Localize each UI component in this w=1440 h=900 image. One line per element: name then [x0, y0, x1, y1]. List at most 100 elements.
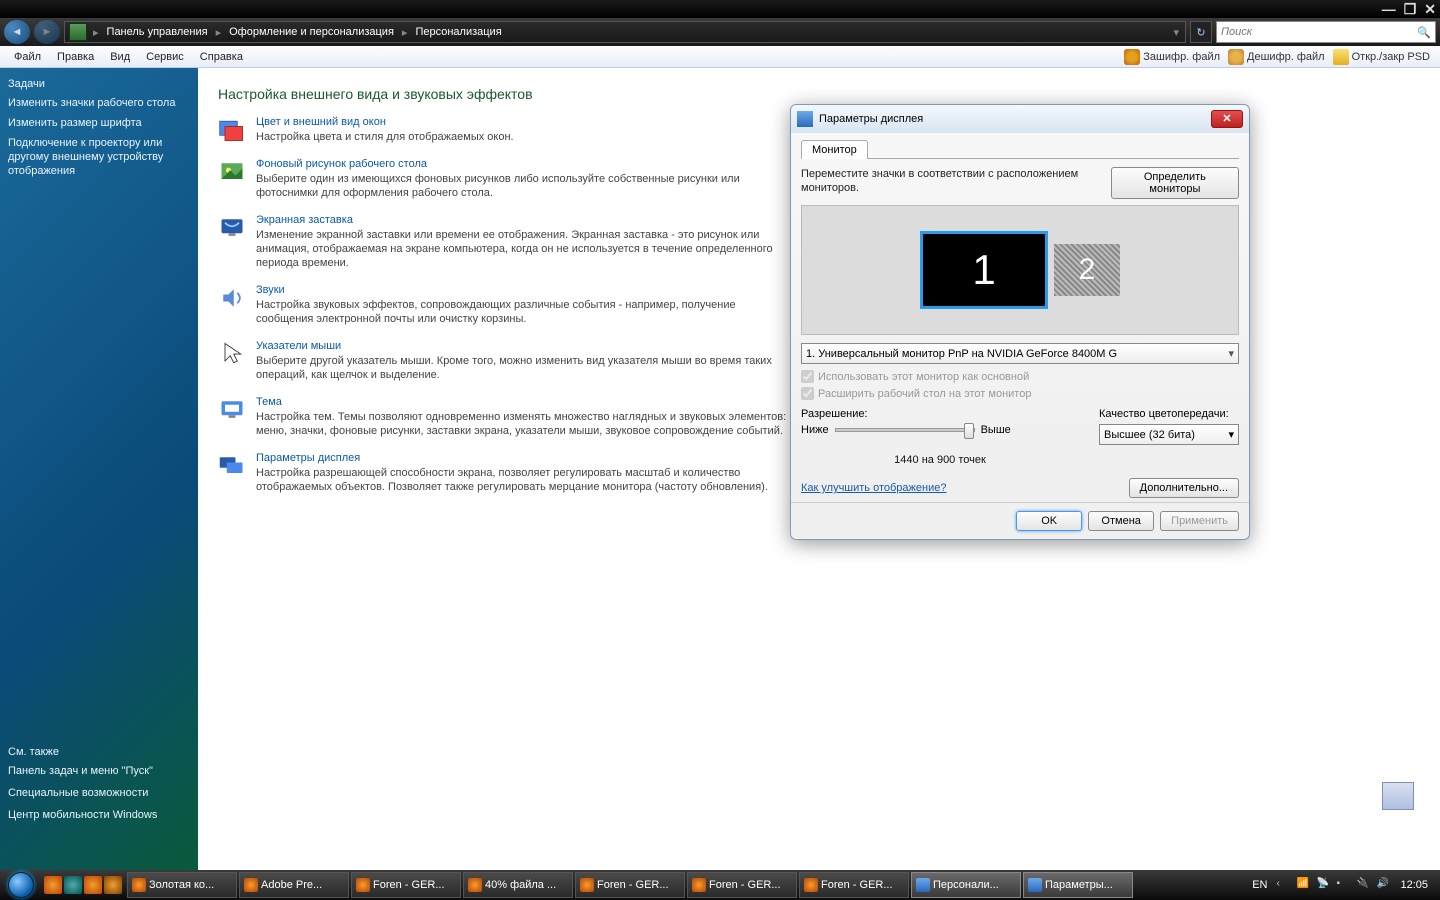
quick-launch-app3[interactable] — [104, 876, 122, 894]
search-box[interactable]: 🔍 — [1216, 21, 1436, 43]
breadcrumb-segment[interactable]: Панель управления — [105, 26, 210, 38]
breadcrumb[interactable]: ▸ Панель управления ▸ Оформление и персо… — [64, 21, 1186, 43]
taskbar-button[interactable]: Adobe Pre... — [239, 872, 349, 898]
category-link[interactable]: Тема — [256, 396, 796, 408]
search-icon[interactable]: 🔍 — [1413, 26, 1435, 39]
sidebar-link-icons[interactable]: Изменить значки рабочего стола — [8, 96, 190, 110]
monitor-arrangement-area[interactable]: 1 2 — [801, 205, 1239, 335]
tray-clock[interactable]: 12:05 — [1396, 879, 1432, 891]
color-quality-select[interactable]: Высшее (32 бита) ▾ — [1099, 424, 1239, 445]
category-link[interactable]: Указатели мыши — [256, 340, 796, 352]
tool-psd[interactable]: Откр./закр PSD — [1329, 49, 1434, 65]
wallpaper-icon — [218, 158, 246, 186]
monitor-2[interactable]: 2 — [1054, 244, 1120, 296]
tray-network-icon[interactable]: 📶 — [1296, 878, 1310, 892]
maximize-button[interactable]: ❐ — [1404, 2, 1417, 16]
seealso-mobility[interactable]: Центр мобильности Windows — [8, 808, 190, 822]
taskbar-button[interactable]: Foren - GER... — [799, 872, 909, 898]
taskbar-button-label: Foren - GER... — [597, 879, 669, 891]
unlock-icon — [1228, 49, 1244, 65]
category-link[interactable]: Звуки — [256, 284, 796, 296]
minimize-button[interactable]: — — [1382, 2, 1396, 16]
language-indicator[interactable]: EN — [1249, 879, 1270, 891]
refresh-button[interactable]: ↻ — [1190, 21, 1212, 43]
menu-file[interactable]: Файл — [6, 49, 49, 65]
taskbar-button-label: Foren - GER... — [373, 879, 445, 891]
category-desc: Настройка разрешающей способности экрана… — [256, 466, 796, 494]
improve-display-link[interactable]: Как улучшить отображение? — [801, 482, 946, 494]
taskbar-button[interactable]: Foren - GER... — [575, 872, 685, 898]
taskbar-button[interactable]: 40% файла ... — [463, 872, 573, 898]
extend-desktop-label: Расширить рабочий стол на этот монитор — [818, 388, 1031, 400]
taskbar-button[interactable]: Foren - GER... — [351, 872, 461, 898]
taskbar-button-label: Foren - GER... — [709, 879, 781, 891]
chevron-right-icon: ▸ — [93, 26, 99, 39]
back-button[interactable]: ◄ — [4, 20, 30, 44]
quick-launch-firefox[interactable] — [44, 876, 62, 894]
chevron-down-icon[interactable]: ▾ — [1173, 26, 1179, 39]
window-close-button[interactable]: ✕ — [1424, 2, 1436, 16]
cancel-button[interactable]: Отмена — [1088, 511, 1154, 531]
category-link[interactable]: Цвет и внешний вид окон — [256, 116, 514, 128]
taskbar-button[interactable]: Персонали... — [911, 872, 1021, 898]
tab-monitor[interactable]: Монитор — [801, 140, 868, 159]
sidebar-link-fontsize[interactable]: Изменить размер шрифта — [8, 116, 190, 130]
quick-launch-app[interactable] — [64, 876, 82, 894]
tool-decrypt[interactable]: Дешифр. файл — [1224, 49, 1329, 65]
dialog-titlebar[interactable]: Параметры дисплея ✕ — [791, 105, 1249, 133]
firefox-icon — [580, 878, 594, 892]
search-input[interactable] — [1217, 26, 1413, 38]
tool-label: Зашифр. файл — [1143, 51, 1220, 63]
breadcrumb-segment[interactable]: Оформление и персонализация — [227, 26, 396, 38]
firefox-icon — [356, 878, 370, 892]
quick-launch — [44, 876, 122, 894]
menu-service[interactable]: Сервис — [138, 49, 192, 65]
tray-app-icon[interactable]: ▪ — [1336, 878, 1350, 892]
category-link[interactable]: Фоновый рисунок рабочего стола — [256, 158, 796, 170]
start-button[interactable] — [2, 870, 40, 900]
tray-chevron-icon[interactable]: ‹ — [1276, 878, 1290, 892]
page-title: Настройка внешнего вида и звуковых эффек… — [218, 86, 1420, 102]
dialog-tabs: Монитор — [801, 139, 1239, 159]
forward-button[interactable]: ► — [34, 20, 60, 44]
taskbar-button[interactable]: Параметры... — [1023, 872, 1133, 898]
tray-wifi-icon[interactable]: 📡 — [1316, 878, 1330, 892]
slider-thumb[interactable] — [964, 423, 974, 439]
chevron-right-icon: ▸ — [402, 26, 408, 39]
breadcrumb-segment[interactable]: Персонализация — [413, 26, 503, 38]
monitor-1[interactable]: 1 — [920, 231, 1048, 309]
window-titlebar: — ❐ ✕ — [0, 0, 1440, 18]
tray-power-icon[interactable]: 🔌 — [1356, 878, 1370, 892]
taskbar-button[interactable]: Foren - GER... — [687, 872, 797, 898]
seealso-taskbar[interactable]: Панель задач и меню "Пуск" — [8, 764, 190, 778]
menu-bar: Файл Правка Вид Сервис Справка Зашифр. ф… — [0, 46, 1440, 68]
color-quality-label: Качество цветопередачи: — [1099, 408, 1239, 420]
menu-help[interactable]: Справка — [192, 49, 251, 65]
taskbar-button[interactable]: Золотая ко... — [127, 872, 237, 898]
resolution-low-label: Ниже — [801, 424, 829, 436]
tool-encrypt[interactable]: Зашифр. файл — [1120, 49, 1224, 65]
sidebar-link-projector[interactable]: Подключение к проектору или другому внеш… — [8, 136, 190, 178]
apply-button: Применить — [1160, 511, 1239, 531]
primary-monitor-checkbox — [801, 370, 814, 383]
category-link[interactable]: Экранная заставка — [256, 214, 796, 226]
sidebar-header: Задачи — [8, 78, 190, 90]
advanced-button[interactable]: Дополнительно... — [1129, 478, 1239, 498]
category-desc: Настройка звуковых эффектов, сопровождаю… — [256, 298, 796, 326]
taskbar-buttons: Золотая ко...Adobe Pre... Foren - GER... 4… — [126, 872, 1243, 898]
quick-launch-app2[interactable] — [84, 876, 102, 894]
dialog-close-button[interactable]: ✕ — [1211, 110, 1243, 128]
system-tray: EN ‹ 📶 📡 ▪ 🔌 🔊 12:05 — [1243, 878, 1438, 892]
identify-monitors-button[interactable]: Определить мониторы — [1111, 167, 1239, 199]
menu-edit[interactable]: Правка — [49, 49, 102, 65]
taskbar-button-label: Персонали... — [933, 879, 999, 891]
resolution-slider[interactable]: Ниже Выше — [801, 424, 1079, 436]
menu-view[interactable]: Вид — [102, 49, 138, 65]
category-desc: Выберите другой указатель мыши. Кроме то… — [256, 354, 796, 382]
category-link[interactable]: Параметры дисплея — [256, 452, 796, 464]
monitor-select[interactable]: 1. Универсальный монитор PnP на NVIDIA G… — [801, 343, 1239, 364]
seealso-header: См. также — [8, 746, 190, 758]
ok-button[interactable]: OK — [1016, 511, 1082, 531]
tray-volume-icon[interactable]: 🔊 — [1376, 878, 1390, 892]
seealso-accessibility[interactable]: Специальные возможности — [8, 786, 190, 800]
